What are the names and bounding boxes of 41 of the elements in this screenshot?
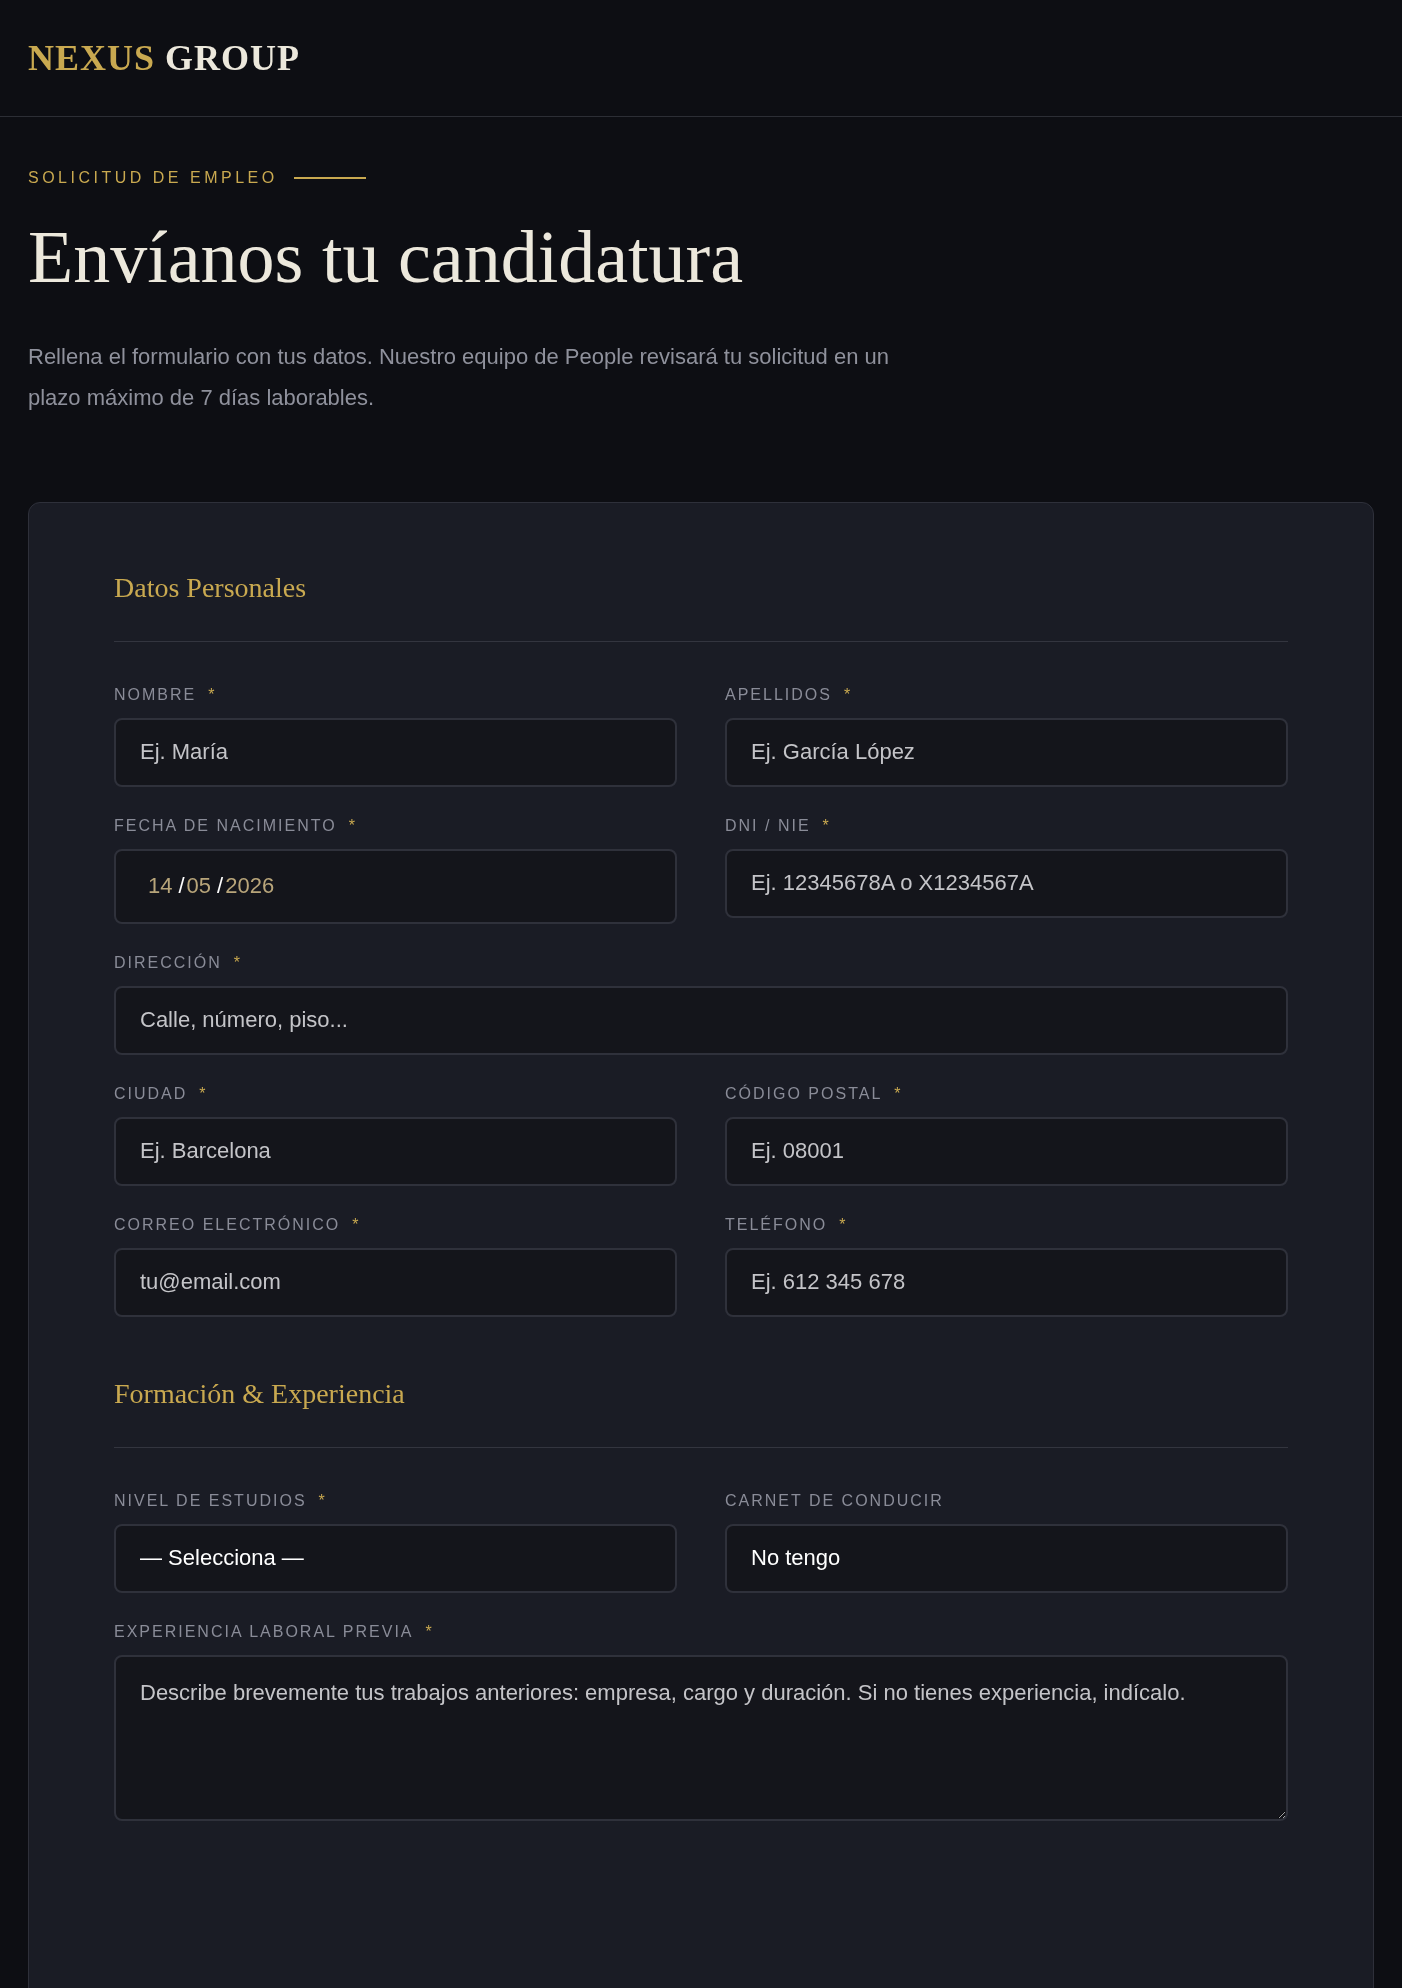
- select-field[interactable]: — Selecciona —: [114, 1523, 677, 1593]
- field-label: TELÉFONO: [725, 1216, 828, 1234]
- required-mark: *: [839, 1216, 846, 1234]
- input-field[interactable]: Ej. 612 345 678: [725, 1248, 1288, 1317]
- input-field[interactable]: Calle, número, piso...: [114, 986, 1288, 1055]
- field-label: CÓDIGO POSTAL: [725, 1085, 883, 1103]
- input-field[interactable]: Ej. Barcelona: [114, 1117, 677, 1186]
- input-field[interactable]: Ej. García López: [725, 718, 1288, 787]
- input-field[interactable]: tu@email.com: [114, 1248, 677, 1317]
- field-label: CARNET DE CONDUCIR: [725, 1491, 944, 1510]
- field-label: EXPERIENCIA LABORAL PREVIA: [114, 1622, 414, 1641]
- required-mark: *: [843, 686, 851, 704]
- field-label: APELLIDOS: [725, 686, 832, 704]
- input-field[interactable]: Ej. María: [114, 718, 677, 787]
- eyebrow-label: SOLICITUD DE EMPLEO: [28, 169, 278, 187]
- logo[interactable]: NEXUS GROUP: [28, 37, 301, 79]
- input-field[interactable]: Ej. 12345678A o X1234567A: [725, 849, 1288, 918]
- field-label: DNI / NIE: [725, 817, 811, 835]
- input-field[interactable]: Ej. 08001: [725, 1117, 1288, 1186]
- required-mark: *: [425, 1622, 432, 1641]
- field-label: CORREO ELECTRÓNICO: [114, 1216, 341, 1234]
- required-mark: *: [822, 817, 829, 835]
- section-title: Formación & Experiencia: [114, 1377, 406, 1411]
- field-label: DIRECCIÓN: [114, 954, 222, 972]
- required-mark: *: [199, 1085, 206, 1103]
- required-mark: *: [233, 954, 240, 972]
- required-mark: *: [352, 1216, 359, 1234]
- section-title: Datos Personales: [114, 571, 308, 605]
- page-title: Envíanos tu candidatura: [28, 217, 745, 299]
- field-label: NIVEL DE ESTUDIOS: [114, 1491, 307, 1510]
- required-mark: *: [348, 817, 355, 835]
- select-field[interactable]: No tengo: [725, 1523, 1288, 1593]
- required-mark: *: [318, 1491, 325, 1510]
- date-field[interactable]: 14 /05 /2026: [114, 849, 677, 924]
- field-label: CIUDAD: [114, 1085, 188, 1103]
- required-mark: *: [208, 686, 215, 704]
- intro-description: Rellena el formulario con tus datos. Nuestro equipo de People revisará tu solicitud en un plazo máximo de 7 días laborables.: [28, 343, 890, 413]
- field-label: FECHA DE NACIMIENTO: [114, 817, 337, 835]
- field-label: NOMBRE: [114, 686, 197, 704]
- textarea-field[interactable]: Describe brevemente tus trabajos anteriores: empresa, cargo y duración. Si no tienes experiencia, indícalo.: [114, 1654, 1288, 1821]
- required-mark: *: [894, 1085, 901, 1103]
